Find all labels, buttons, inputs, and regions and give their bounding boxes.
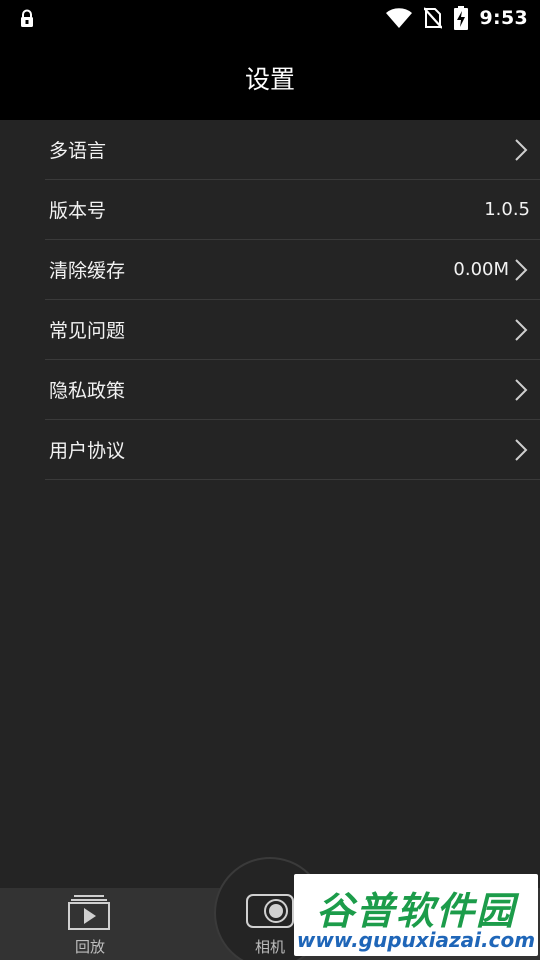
settings-item-clear-cache[interactable]: 清除缓存 0.00M [45,240,540,300]
wifi-icon [385,8,412,28]
settings-item-label: 用户协议 [49,440,126,462]
watermark: 谷普软件园 www.gupuxiazai.com [294,874,538,956]
version-value: 1.0.5 [484,199,530,220]
settings-item-version: 版本号 1.0.5 [45,180,540,240]
settings-list: 多语言 版本号 1.0.5 清除缓存 0.00M 常见问题 隐私政策 用户协议 [0,120,540,480]
cache-size-value: 0.00M [453,259,509,280]
settings-item-label: 清除缓存 [49,260,126,282]
chevron-right-icon [515,439,528,461]
page-title: 设置 [244,65,295,94]
app-bar: 设置 [0,36,540,120]
chevron-right-icon [515,259,528,281]
settings-item-language[interactable]: 多语言 [45,120,540,180]
no-sim-icon [423,7,442,29]
settings-item-user-agreement[interactable]: 用户协议 [45,420,540,480]
nav-item-playback[interactable]: 回放 [52,888,128,960]
settings-item-label: 版本号 [49,200,107,222]
status-bar: 9:53 [0,0,540,36]
settings-item-privacy-policy[interactable]: 隐私政策 [45,360,540,420]
watermark-title: 谷普软件园 [315,889,516,933]
lock-icon [21,9,33,27]
camera-icon [246,894,294,928]
settings-item-faq[interactable]: 常见问题 [45,300,540,360]
chevron-right-icon [515,379,528,401]
settings-item-label: 隐私政策 [49,380,126,402]
watermark-url: www.gupuxiazai.com [296,928,536,952]
settings-item-label: 常见问题 [49,320,126,342]
settings-item-label: 多语言 [49,140,107,162]
nav-item-label: 回放 [74,938,105,956]
battery-charging-icon [453,6,468,30]
clock: 9:53 [479,7,528,29]
playback-icon [68,895,110,930]
chevron-right-icon [515,319,528,341]
chevron-right-icon [515,139,528,161]
